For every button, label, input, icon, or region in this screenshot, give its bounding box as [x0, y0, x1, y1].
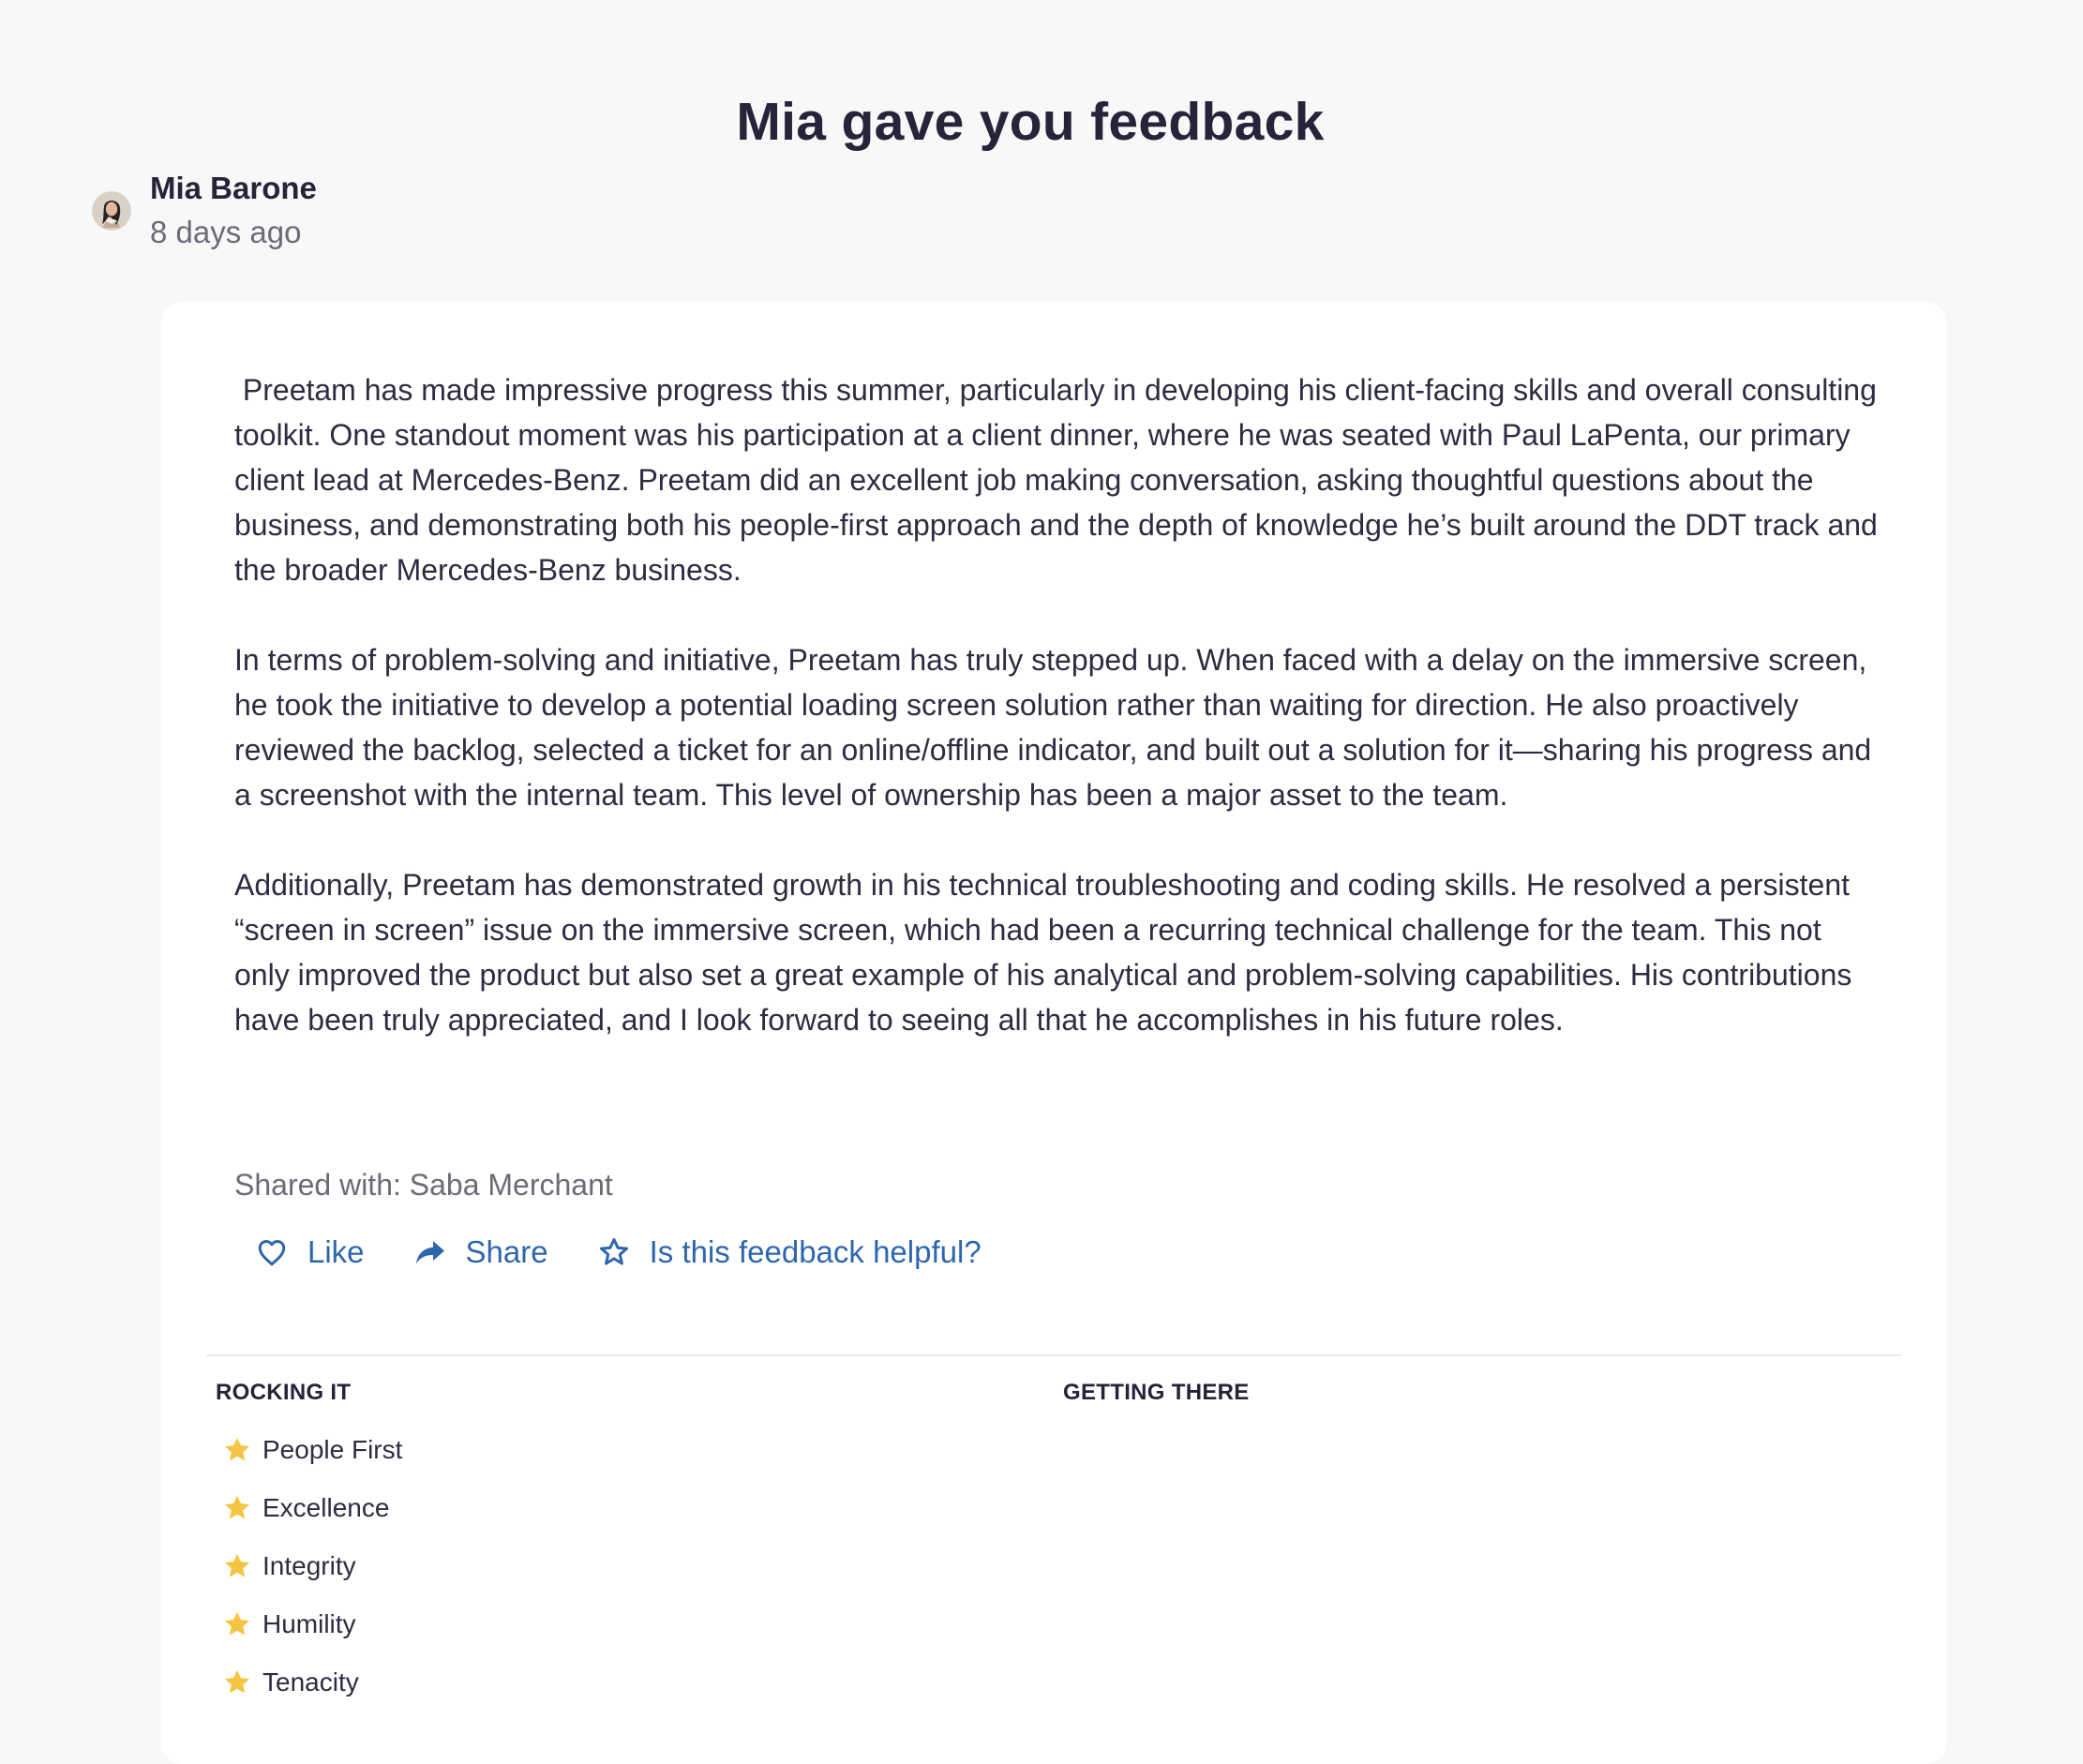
shared-with: Shared with: Saba Merchant: [234, 1168, 613, 1202]
like-button[interactable]: Like: [255, 1230, 365, 1275]
star-icon: [224, 1437, 250, 1461]
star-icon: [224, 1611, 250, 1636]
list-item: Humility: [221, 1595, 402, 1653]
list-item: Tenacity: [221, 1653, 402, 1712]
share-arrow-icon: [415, 1241, 444, 1263]
getting-there-heading: GETTING THERE: [1063, 1380, 1250, 1405]
feedback-timestamp: 8 days ago: [150, 215, 302, 249]
value-label: People First: [262, 1435, 403, 1464]
value-label: Excellence: [262, 1493, 390, 1522]
list-item: Integrity: [221, 1537, 402, 1595]
helpful-label: Is this feedback helpful?: [649, 1234, 982, 1269]
feedback-paragraph: Additionally, Preetam has demonstrated g…: [234, 868, 1861, 1037]
list-item: Excellence: [221, 1479, 402, 1537]
author-name: Mia Barone: [150, 171, 317, 205]
share-label: Share: [465, 1234, 548, 1269]
star-icon: [224, 1669, 250, 1694]
feedback-actions: Like Share Is this feedback helpful?: [255, 1230, 1030, 1275]
feedback-message: Preetam has made impressive progress thi…: [234, 367, 1884, 1042]
like-label: Like: [307, 1234, 365, 1269]
share-button[interactable]: Share: [413, 1230, 548, 1275]
value-label: Integrity: [262, 1551, 356, 1580]
feedback-card: Preetam has made impressive progress thi…: [161, 302, 1946, 1764]
section-divider: [206, 1354, 1901, 1356]
list-item: People First: [221, 1421, 402, 1479]
star-icon: [224, 1553, 250, 1577]
rocking-it-list: People First Excellence Integrity Humili…: [221, 1421, 402, 1712]
rocking-it-heading: ROCKING IT: [216, 1380, 352, 1405]
feedback-author: Mia Barone 8 days ago: [92, 167, 317, 255]
feedback-paragraph: Preetam has made impressive progress thi…: [234, 373, 1886, 587]
heart-icon: [258, 1239, 286, 1266]
page-title: Mia gave you feedback: [736, 92, 1325, 153]
star-icon: [224, 1495, 250, 1519]
star-outline-icon: [599, 1238, 628, 1265]
value-label: Humility: [262, 1609, 356, 1638]
helpful-feedback-button[interactable]: Is this feedback helpful?: [597, 1230, 982, 1275]
feedback-paragraph: In terms of problem-solving and initiati…: [234, 643, 1881, 812]
value-label: Tenacity: [262, 1667, 359, 1697]
avatar: [92, 191, 131, 231]
